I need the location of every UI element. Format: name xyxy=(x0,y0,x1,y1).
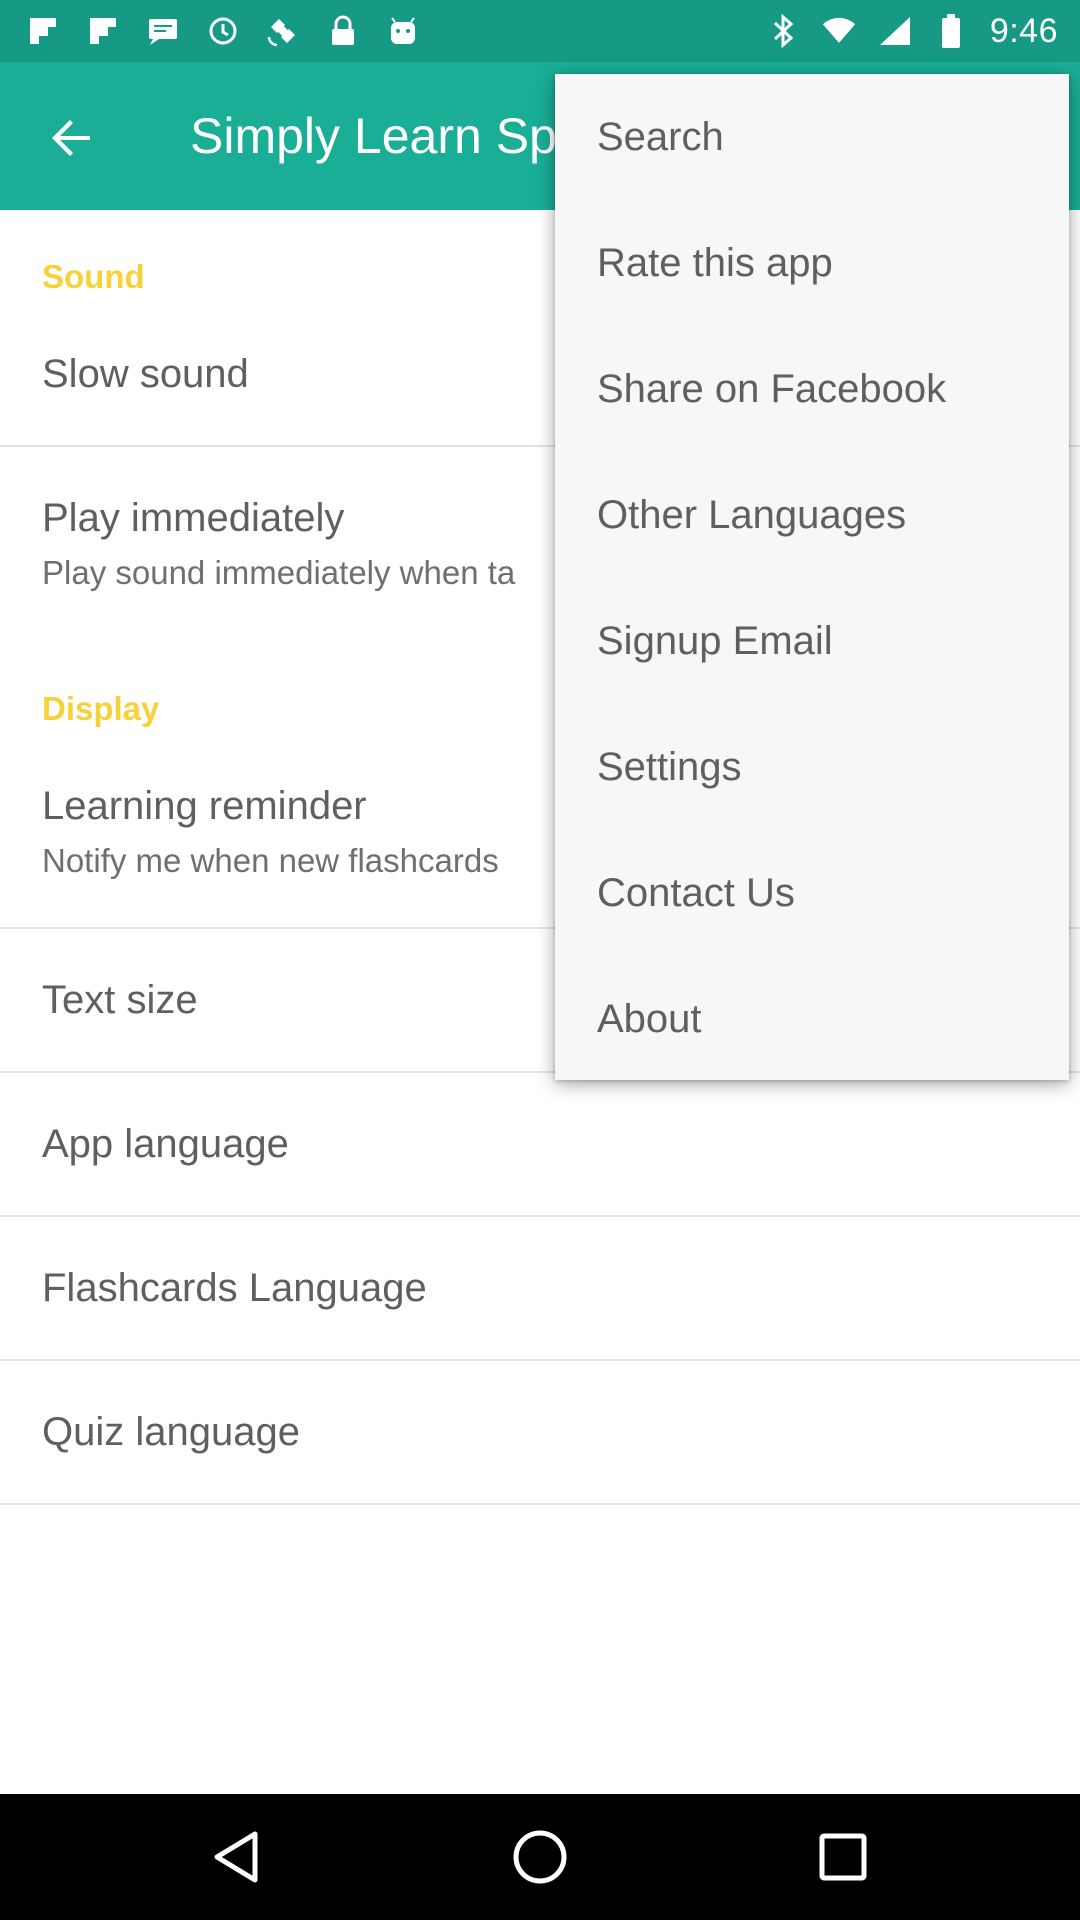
divider xyxy=(0,1215,1080,1217)
section-header-display: Display xyxy=(42,690,160,727)
nav-home-button[interactable] xyxy=(505,1822,575,1892)
menu-item-about[interactable]: About xyxy=(555,956,1069,1082)
status-bar-right-icons: 9:46 xyxy=(766,0,1058,62)
wifi-icon xyxy=(822,14,856,48)
menu-item-label: Signup Email xyxy=(597,619,833,663)
menu-item-label: Search xyxy=(597,115,724,159)
lock-icon xyxy=(326,14,360,48)
nav-recents-button[interactable] xyxy=(808,1822,878,1892)
arrow-left-icon xyxy=(52,120,90,156)
divider xyxy=(0,1503,1080,1505)
status-bar: 9:46 xyxy=(0,0,1080,62)
menu-item-share-on-facebook[interactable]: Share on Facebook xyxy=(555,326,1069,452)
back-icon xyxy=(214,1831,258,1883)
setting-title: App language xyxy=(42,1122,289,1166)
setting-title: Play immediately xyxy=(42,496,345,540)
back-button[interactable] xyxy=(34,100,110,176)
menu-item-rate-this-app[interactable]: Rate this app xyxy=(555,200,1069,326)
menu-item-signup-email[interactable]: Signup Email xyxy=(555,578,1069,704)
menu-item-label: About xyxy=(597,997,702,1041)
setting-title: Slow sound xyxy=(42,352,249,396)
status-bar-left-icons xyxy=(26,0,420,62)
android-icon xyxy=(386,14,420,48)
clock: 9:46 xyxy=(989,11,1058,50)
nav-back-button[interactable] xyxy=(201,1822,271,1892)
alarm-icon xyxy=(206,14,240,48)
message-icon xyxy=(146,14,180,48)
menu-item-label: Contact Us xyxy=(597,871,795,915)
setting-summary: Play sound immediately when ta xyxy=(42,554,516,591)
signal-icon xyxy=(878,14,912,48)
menu-item-label: Settings xyxy=(597,745,742,789)
divider xyxy=(0,1359,1080,1361)
menu-item-other-languages[interactable]: Other Languages xyxy=(555,452,1069,578)
overflow-menu: Search Rate this app Share on Facebook O… xyxy=(555,74,1069,1080)
page-title: Simply Learn Sp xyxy=(190,108,557,164)
setting-title: Quiz language xyxy=(42,1410,300,1454)
flipboard-icon xyxy=(26,14,60,48)
setting-title: Flashcards Language xyxy=(42,1266,427,1310)
flipboard-icon xyxy=(86,14,120,48)
menu-item-label: Other Languages xyxy=(597,493,907,537)
menu-item-search[interactable]: Search xyxy=(555,74,1069,200)
battery-icon xyxy=(934,14,968,48)
menu-item-label: Share on Facebook xyxy=(597,367,947,411)
menu-item-settings[interactable]: Settings xyxy=(555,704,1069,830)
recents-icon xyxy=(819,1833,867,1881)
home-icon xyxy=(513,1830,567,1884)
navigation-bar xyxy=(0,1794,1080,1920)
setting-title: Text size xyxy=(42,978,198,1022)
bluetooth-icon xyxy=(766,14,800,48)
menu-item-label: Rate this app xyxy=(597,241,833,285)
setting-title: Learning reminder xyxy=(42,784,367,828)
setting-summary: Notify me when new flashcards xyxy=(42,842,499,879)
satellite-icon xyxy=(266,14,300,48)
section-header-sound: Sound xyxy=(42,258,145,295)
menu-item-contact-us[interactable]: Contact Us xyxy=(555,830,1069,956)
